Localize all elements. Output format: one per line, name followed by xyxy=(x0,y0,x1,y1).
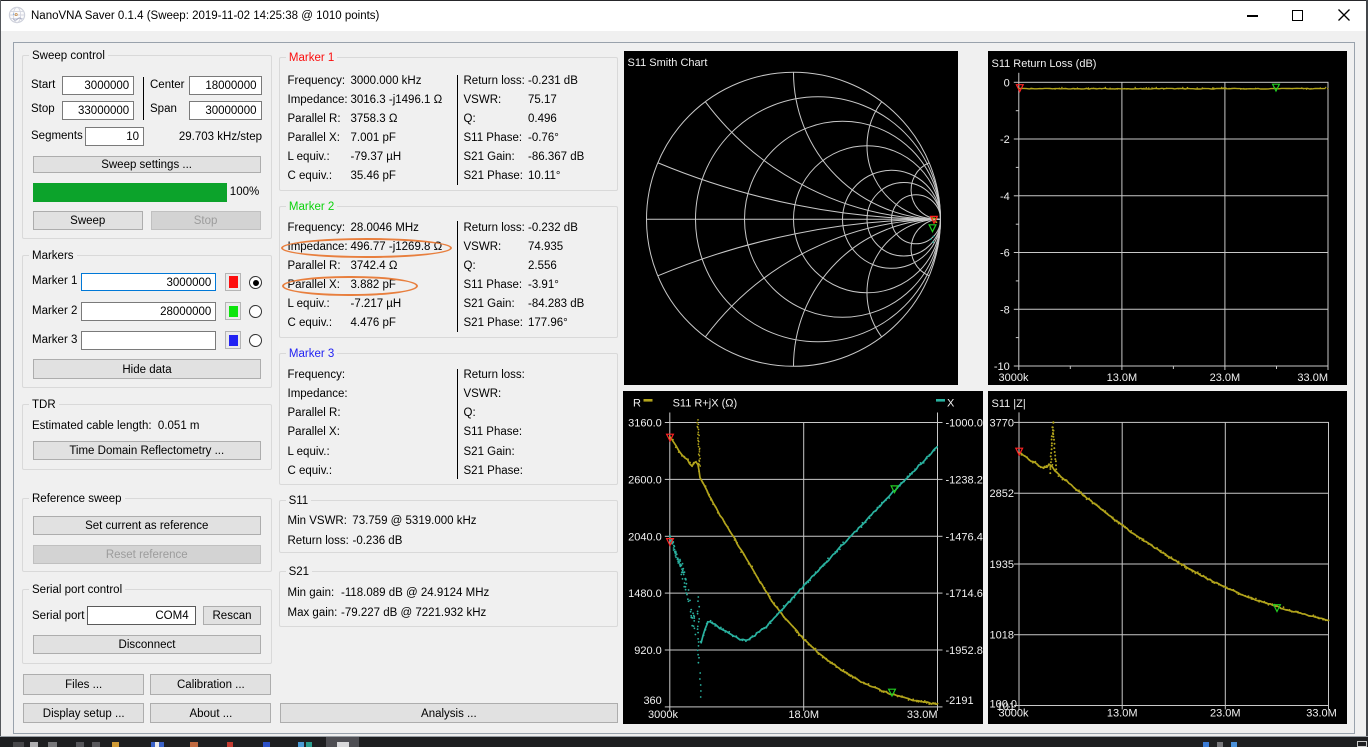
svg-text:S11 Smith Chart: S11 Smith Chart xyxy=(628,57,708,69)
svg-text:-2191: -2191 xyxy=(946,695,974,707)
svg-text:-6: -6 xyxy=(1000,248,1010,260)
svg-text:1935: 1935 xyxy=(989,559,1013,571)
svg-text:920.0: 920.0 xyxy=(634,645,662,657)
svg-text:-1000.0: -1000.0 xyxy=(946,418,983,430)
svg-text:3160.0: 3160.0 xyxy=(628,418,662,430)
svg-text:1018: 1018 xyxy=(989,630,1013,642)
svg-text:18.0M: 18.0M xyxy=(788,709,819,721)
svg-text:2852: 2852 xyxy=(989,488,1013,500)
svg-text:-8: -8 xyxy=(1000,304,1010,316)
svg-text:23.0M: 23.0M xyxy=(1209,372,1240,384)
svg-text:-1238.2: -1238.2 xyxy=(946,474,983,486)
svg-text:-1476.4: -1476.4 xyxy=(946,531,983,543)
svg-text:3000k: 3000k xyxy=(648,709,678,721)
svg-text:-1714.6: -1714.6 xyxy=(946,588,983,600)
svg-text:-1952.8: -1952.8 xyxy=(946,645,983,657)
svg-text:33.0M: 33.0M xyxy=(1306,708,1337,720)
svg-text:1480.0: 1480.0 xyxy=(628,588,662,600)
svg-text:S11 |Z|: S11 |Z| xyxy=(991,398,1025,410)
svg-text:R: R xyxy=(633,398,641,410)
svg-text:3770: 3770 xyxy=(989,417,1013,429)
svg-text:2040.0: 2040.0 xyxy=(628,531,662,543)
svg-text:360: 360 xyxy=(643,695,661,707)
svg-text:X: X xyxy=(947,398,955,410)
svg-text:2600.0: 2600.0 xyxy=(628,474,662,486)
svg-text:-4: -4 xyxy=(1000,191,1010,203)
svg-text:3000k: 3000k xyxy=(998,708,1028,720)
svg-text:3000k: 3000k xyxy=(998,372,1028,384)
svg-text:S11 Return Loss (dB): S11 Return Loss (dB) xyxy=(991,58,1096,70)
svg-text:0: 0 xyxy=(1003,77,1009,89)
svg-text:23.0M: 23.0M xyxy=(1210,708,1241,720)
svg-text:33.0M: 33.0M xyxy=(907,709,938,721)
svg-text:13.0M: 13.0M xyxy=(1106,708,1137,720)
svg-text:-2: -2 xyxy=(1000,134,1010,146)
svg-text:S11 R+jX (Ω): S11 R+jX (Ω) xyxy=(673,398,738,410)
svg-text:13.0M: 13.0M xyxy=(1106,372,1137,384)
svg-text:33.0M: 33.0M xyxy=(1297,372,1328,384)
